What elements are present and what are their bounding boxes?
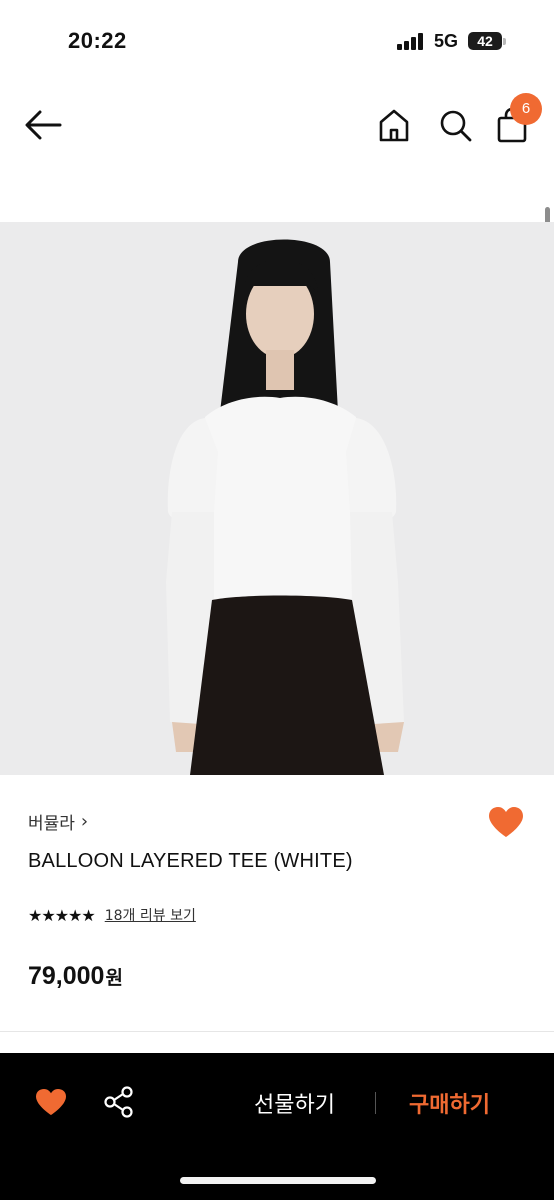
battery-level: 42	[477, 33, 493, 49]
back-arrow-icon[interactable]	[24, 108, 62, 142]
home-icon[interactable]	[376, 106, 412, 144]
share-icon[interactable]	[102, 1085, 136, 1119]
price-currency: 원	[105, 967, 123, 989]
heart-icon[interactable]	[34, 1087, 68, 1117]
gift-button[interactable]: 선물하기	[254, 1087, 335, 1119]
brand-name: 버뮬라	[28, 814, 75, 834]
home-indicator[interactable]	[180, 1177, 376, 1184]
cellular-signal-icon	[397, 33, 423, 50]
network-type: 5G	[434, 31, 459, 51]
section-divider	[0, 1031, 554, 1032]
product-price: 79,000 원	[28, 962, 123, 991]
brand-link[interactable]: 버뮬라 ›	[28, 809, 88, 834]
review-link[interactable]: 18개 리뷰 보기	[105, 905, 196, 925]
product-image[interactable]	[0, 222, 554, 775]
top-navigation	[0, 84, 554, 174]
search-icon[interactable]	[437, 106, 473, 144]
star-rating-icon: ★★★★★	[28, 905, 96, 925]
price-value: 79,000	[28, 962, 105, 990]
product-title: BALLOON LAYERED TEE (WHITE)	[28, 850, 353, 872]
status-bar: 20:22 5G 42	[0, 0, 554, 84]
wishlist-heart-icon[interactable]	[487, 805, 525, 839]
battery-icon: 42	[468, 32, 508, 50]
model-photo	[0, 222, 554, 775]
cart-count-badge: 6	[510, 93, 542, 125]
chevron-right-icon: ›	[80, 811, 89, 832]
status-time: 20:22	[68, 28, 127, 53]
rating-row: ★★★★★ 18개 리뷰 보기	[28, 905, 196, 925]
buy-button[interactable]: 구매하기	[409, 1087, 490, 1119]
button-separator	[375, 1092, 376, 1114]
